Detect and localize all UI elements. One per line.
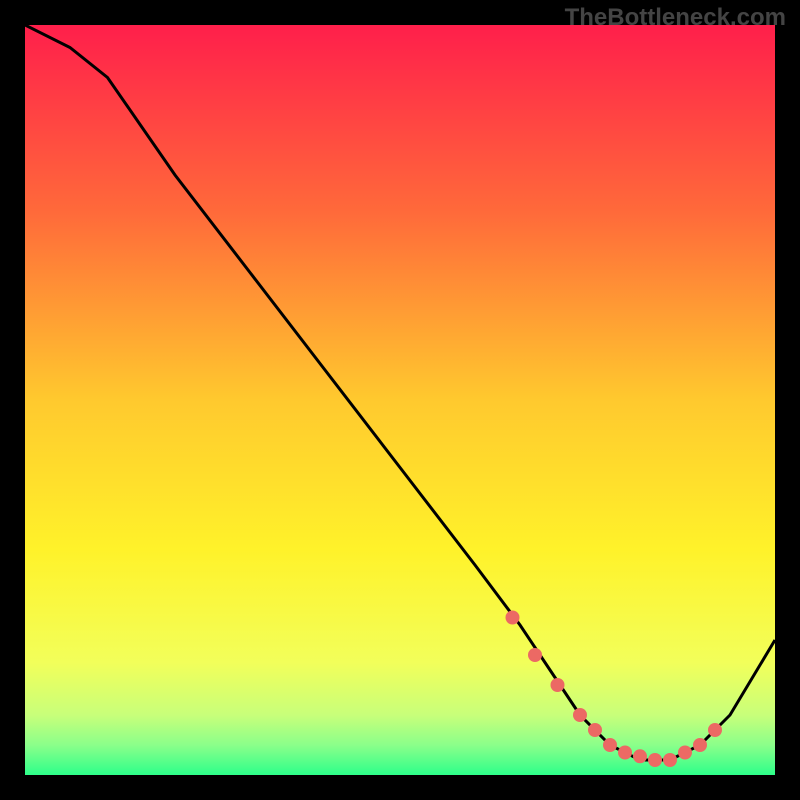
curve-line <box>25 25 775 760</box>
data-point <box>573 708 587 722</box>
data-point <box>588 723 602 737</box>
curve-markers <box>506 611 723 768</box>
data-point <box>551 678 565 692</box>
curve-overlay <box>25 25 775 775</box>
data-point <box>603 738 617 752</box>
data-point <box>693 738 707 752</box>
chart-container: TheBottleneck.com <box>0 0 800 800</box>
data-point <box>528 648 542 662</box>
data-point <box>648 753 662 767</box>
watermark-text: TheBottleneck.com <box>565 4 786 32</box>
data-point <box>618 746 632 760</box>
data-point <box>506 611 520 625</box>
data-point <box>678 746 692 760</box>
data-point <box>663 753 677 767</box>
data-point <box>633 749 647 763</box>
data-point <box>708 723 722 737</box>
plot-area <box>25 25 775 775</box>
